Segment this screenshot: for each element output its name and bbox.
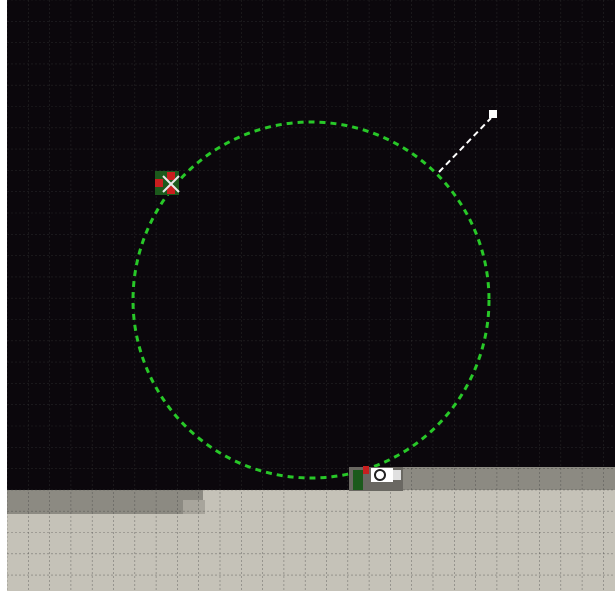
- pivot-marker-icon[interactable]: [349, 466, 403, 491]
- rotation-handle-knob[interactable]: [489, 110, 497, 118]
- control-point-icon[interactable]: [155, 171, 180, 195]
- scene-canvas[interactable]: [7, 0, 615, 591]
- editor-viewport[interactable]: [7, 0, 615, 591]
